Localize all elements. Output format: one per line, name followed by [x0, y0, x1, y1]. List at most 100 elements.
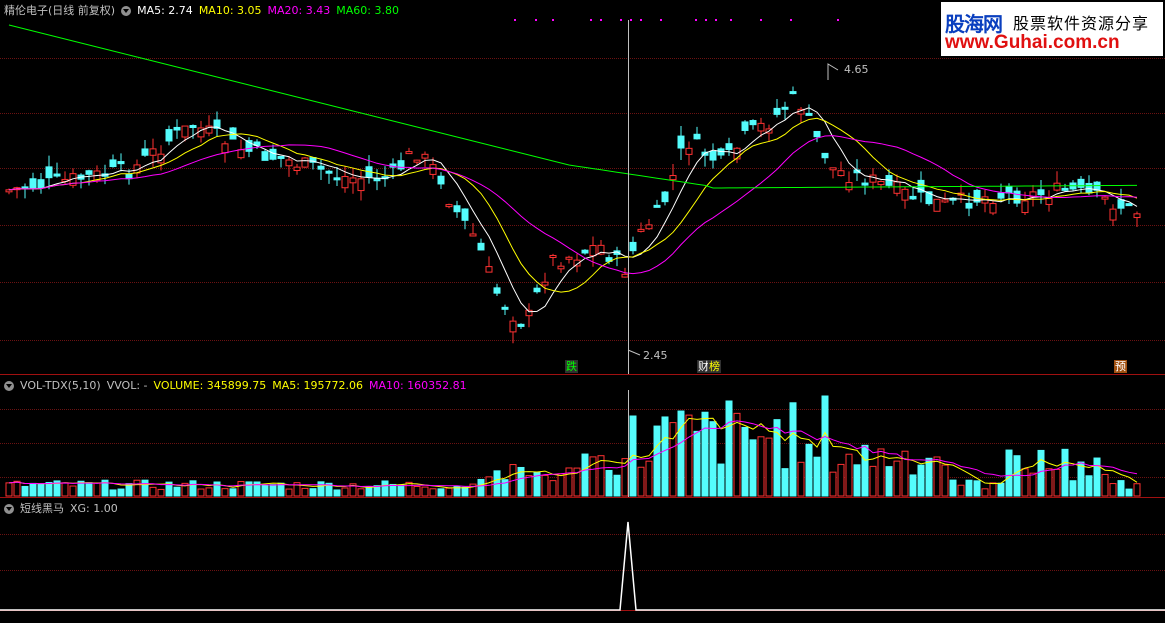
tag-forecast[interactable]: 预 [1114, 360, 1127, 373]
dropdown-icon[interactable] [121, 6, 132, 16]
volume-pane[interactable]: VOL-TDX(5,10) VVOL: - VOLUME: 345899.75 … [0, 375, 1165, 497]
volume-bar [189, 480, 197, 497]
candle-body [821, 152, 829, 159]
volume-bar [1085, 475, 1093, 497]
volume-bar [37, 483, 45, 497]
candle-body [629, 241, 637, 252]
candle-body [781, 106, 789, 110]
candle-body [773, 107, 781, 115]
candle-body [285, 159, 293, 167]
candle-body [261, 151, 269, 161]
vol-ma10-readout: MA10: 160352.81 [368, 379, 467, 392]
candle-body [165, 129, 173, 142]
signal-dot [695, 19, 697, 21]
logo-url: www.Guhai.com.cn [945, 32, 1120, 53]
volume-bar [29, 482, 37, 497]
volume-bar [701, 411, 709, 497]
volume-bar [829, 471, 837, 497]
signal-pane[interactable]: 短线黑马 XG: 1.00 [0, 498, 1165, 623]
volume-bar [837, 463, 845, 497]
candle-body [445, 204, 453, 208]
volume-bar [69, 485, 77, 497]
volume-bar [1101, 473, 1109, 497]
candle-body [901, 188, 909, 201]
candle-body [333, 177, 341, 181]
candle-body [877, 180, 885, 186]
candle-body [1125, 203, 1133, 207]
candle-body [757, 122, 765, 132]
volume-bar [237, 481, 245, 497]
volume-bar [1077, 461, 1085, 497]
candle-body [461, 208, 469, 221]
volume-bar [389, 483, 397, 497]
signal-dot [790, 19, 792, 21]
low-price-label: 2.45 [643, 349, 668, 362]
candle-body [589, 245, 597, 257]
volume-bar [317, 481, 325, 497]
signal-chart[interactable] [0, 498, 1165, 623]
volume-bar [341, 487, 349, 497]
tag-list[interactable]: 榜 [708, 360, 721, 373]
candle-body [1021, 200, 1029, 214]
candle-body [653, 204, 661, 208]
candle-body [53, 173, 61, 177]
logo-tagline: 股票软件资源分享 [1013, 14, 1150, 33]
volume-bar [1013, 455, 1021, 497]
volume-bar [93, 482, 101, 497]
candle-body [37, 179, 45, 189]
candle-body [341, 176, 349, 189]
signal-dot [660, 19, 662, 21]
volume-bar [1061, 448, 1069, 497]
volume-bar [861, 444, 869, 497]
candle-body [869, 174, 877, 183]
candle-body [1133, 213, 1141, 219]
vvol-readout: VVOL: - [106, 379, 148, 392]
signal-dot [552, 19, 554, 21]
candle-body [189, 125, 197, 129]
price-pane[interactable]: 精伦电子(日线 前复权) MA5: 2.74 MA10: 3.05 MA20: … [0, 0, 1165, 374]
volume-bar [613, 474, 621, 497]
signal-dot [715, 19, 717, 21]
candle-body [293, 166, 301, 171]
volume-bar [421, 486, 429, 497]
candle-body [965, 202, 973, 209]
candle-body [997, 192, 1005, 199]
volume-bar [1029, 472, 1037, 497]
volume-bar [45, 481, 53, 497]
volume-chart[interactable] [0, 375, 1165, 497]
volume-bar [933, 456, 941, 497]
volume-bar [709, 421, 717, 497]
volume-bar [677, 410, 685, 497]
volume-bar [437, 488, 445, 497]
candle-body [517, 323, 525, 327]
volume-bar [229, 488, 237, 497]
tag-drop[interactable]: 跌 [565, 360, 578, 373]
candle-body [749, 120, 757, 126]
candle-body [813, 130, 821, 138]
vol-ma5-line [8, 417, 1138, 489]
candle-body [117, 161, 125, 165]
dropdown-icon[interactable] [4, 504, 14, 514]
volume-bar [557, 473, 565, 497]
ma60-readout: MA60: 3.80 [336, 4, 399, 17]
site-logo: 股海网 股票软件资源分享 www.Guhai.com.cn [941, 2, 1163, 56]
volume-bar [157, 488, 165, 497]
volume-bar [285, 488, 293, 497]
volume-bar [605, 469, 613, 497]
candlestick-chart[interactable] [0, 0, 1165, 374]
candle-body [421, 153, 429, 159]
candle-body [437, 175, 445, 185]
signal-title: 短线黑马 [20, 502, 64, 515]
dropdown-icon[interactable] [4, 381, 14, 391]
volume-bar [885, 466, 893, 497]
cursor-line [628, 20, 629, 374]
volume-bar [765, 437, 773, 497]
candle-body [405, 151, 413, 155]
volume-bar [813, 456, 821, 497]
candle-body [109, 159, 117, 168]
volume-bar [365, 486, 373, 497]
volume-bar [413, 485, 421, 497]
volume-bar [445, 487, 453, 497]
candle-body [429, 164, 437, 175]
candle-body [533, 287, 541, 293]
